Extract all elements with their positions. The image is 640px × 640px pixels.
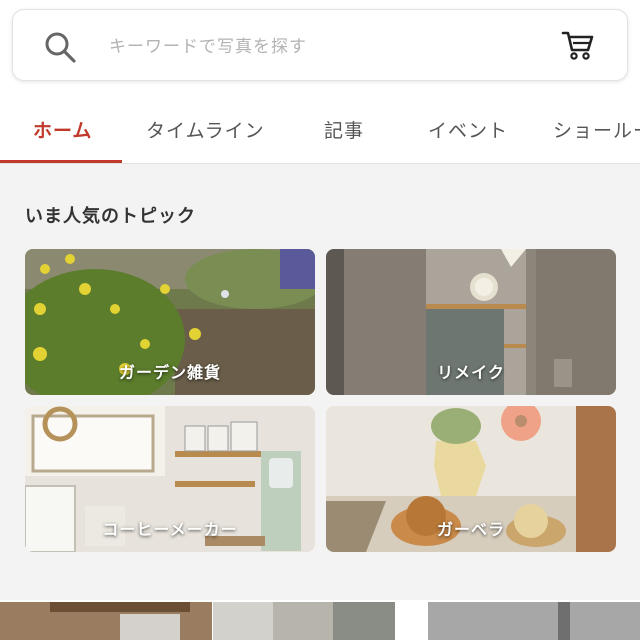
topic-label: コーヒーメーカー (102, 520, 238, 539)
feed-photo[interactable] (428, 602, 640, 640)
topic-card-coffee-maker[interactable]: コーヒーメーカー (25, 406, 315, 552)
search-input[interactable]: キーワードで写真を探す (109, 32, 307, 57)
tab-timeline[interactable]: タイムライン (146, 116, 265, 143)
feed-photo[interactable] (213, 602, 395, 640)
section-title: いま人気のトピック (25, 206, 196, 227)
tab-events[interactable]: イベント (428, 116, 508, 143)
tab-home[interactable]: ホーム (33, 116, 92, 143)
feed-photo[interactable] (0, 602, 212, 640)
tab-articles[interactable]: 記事 (324, 116, 364, 143)
topic-card-gerbera[interactable]: ガーベラ (326, 406, 616, 552)
search-icon[interactable] (43, 30, 77, 64)
popular-topics-section: いま人気のトピック ガーデン雑貨 リメイク コーヒーメーカー ガーベラ (0, 166, 640, 586)
tab-bar: ホーム タイムライン 記事 イベント ショールーム (0, 96, 640, 164)
topic-card-remake[interactable]: リメイク (326, 249, 616, 395)
topic-label: ガーデン雑貨 (118, 363, 221, 382)
active-tab-indicator (0, 160, 122, 163)
photo-feed (0, 600, 640, 640)
topic-label: リメイク (437, 363, 505, 382)
topic-label: ガーベラ (436, 520, 505, 539)
search-bar[interactable]: キーワードで写真を探す (12, 9, 628, 81)
topic-card-garden[interactable]: ガーデン雑貨 (25, 249, 315, 395)
header: キーワードで写真を探す (0, 0, 640, 96)
tab-showroom[interactable]: ショールーム (553, 116, 640, 143)
cart-icon[interactable] (561, 28, 595, 62)
